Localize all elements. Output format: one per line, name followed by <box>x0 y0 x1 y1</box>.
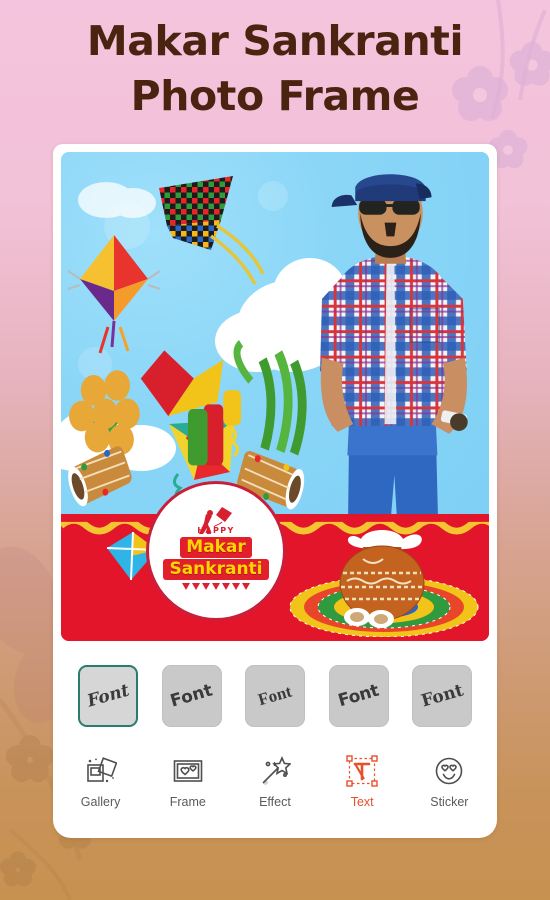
nav-item-text[interactable]: Text <box>322 754 402 809</box>
makar-sankranti-badge: HAPPY Makar Sankranti <box>147 482 285 620</box>
font-tile-3[interactable]: Font <box>328 665 389 727</box>
kite-flyer-silhouette <box>199 507 232 534</box>
badge-bunting <box>181 583 251 590</box>
text-tool-icon <box>344 754 380 788</box>
nav-item-frame[interactable]: Frame <box>148 754 228 809</box>
font-tile-1[interactable]: Font <box>161 665 222 727</box>
bottom-toolbar: Gallery Frame Effect Text Sticker <box>57 748 493 830</box>
checkered-kite <box>159 176 266 286</box>
font-tile-label-3: Font <box>336 680 381 712</box>
page-title: Makar Sankranti Photo Frame <box>0 14 550 123</box>
cloud-small-top <box>70 172 160 218</box>
nav-item-sticker[interactable]: Sticker <box>409 754 489 809</box>
magic-wand-icon <box>257 754 293 788</box>
font-tile-label-0: Font <box>84 680 132 712</box>
nav-label-frame: Frame <box>169 795 206 809</box>
font-selector[interactable]: Font Font Font Font Font <box>57 661 493 731</box>
nav-item-effect[interactable]: Effect <box>235 754 315 809</box>
font-tile-4[interactable]: Font <box>412 665 472 727</box>
gallery-icon <box>83 754 119 788</box>
nav-item-gallery[interactable]: Gallery <box>61 754 141 809</box>
nav-label-gallery: Gallery <box>80 795 121 809</box>
nav-label-text: Text <box>350 795 374 809</box>
clay-pot <box>333 525 431 628</box>
title-line-2: Photo Frame <box>130 71 420 120</box>
font-tile-2[interactable]: Font <box>245 665 305 727</box>
font-tile-label-1: Font <box>168 680 215 712</box>
nav-label-sticker: Sticker <box>430 795 469 809</box>
title-line-1: Makar Sankranti <box>86 17 464 65</box>
badge-line-1: Makar <box>180 537 252 558</box>
badge-content: HAPPY Makar Sankranti <box>161 496 271 606</box>
nav-label-effect: Effect <box>259 795 291 809</box>
frame-icon <box>170 754 206 788</box>
smiley-heart-eyes-icon <box>431 754 467 788</box>
font-tile-label-2: Font <box>255 681 294 710</box>
purple-orange-kite <box>67 235 161 354</box>
font-tile-0[interactable]: Font <box>78 665 138 727</box>
badge-line-2: Sankranti <box>163 559 269 580</box>
font-tile-label-4: Font <box>418 680 466 712</box>
photo-frame-preview[interactable]: HAPPY Makar Sankranti <box>57 148 493 645</box>
